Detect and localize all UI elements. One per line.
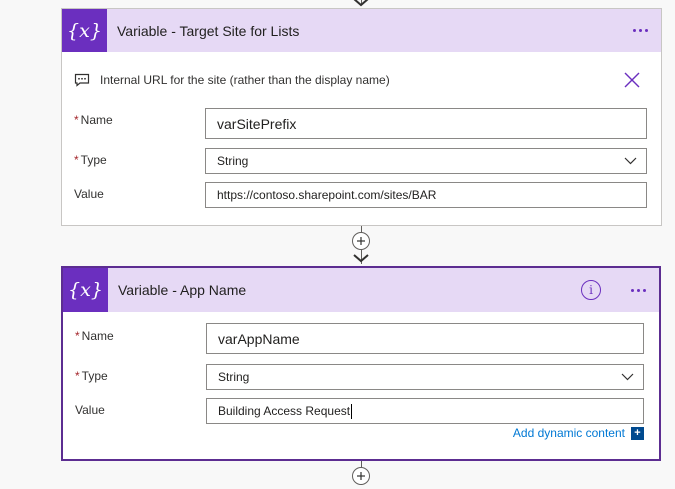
value-field[interactable]: https://contoso.sharepoint.com/sites/BAR [205,182,647,208]
add-dynamic-icon: + [631,426,644,440]
add-step-icon[interactable] [352,467,370,485]
flow-arrow-icon [353,254,369,263]
flow-arrow-icon [353,0,369,7]
comment-row: Internal URL for the site (rather than t… [74,69,649,91]
card-title: Variable - Target Site for Lists [117,22,300,39]
card-title: Variable - App Name [118,282,247,298]
chevron-down-icon [621,373,634,381]
value-field[interactable]: Building Access Request [206,398,644,424]
info-icon[interactable]: i [581,280,601,300]
comment-icon [74,73,90,87]
value-label: Value [75,403,105,417]
add-dynamic-content-link[interactable]: Add dynamic content + [513,426,644,440]
close-icon[interactable] [624,72,640,88]
type-select[interactable]: String [205,148,647,174]
more-icon[interactable] [631,268,646,312]
type-value: String [217,154,249,168]
variable-icon: {x} [63,268,108,312]
variable-icon: {x} [62,9,107,52]
type-value: String [218,370,250,384]
value-text: Building Access Request [218,404,351,418]
action-card-target-site[interactable]: {x} Variable - Target Site for Lists Int… [61,8,662,226]
more-icon[interactable] [633,9,648,52]
comment-text: Internal URL for the site (rather than t… [100,73,390,87]
type-select[interactable]: String [206,364,644,390]
add-step-icon[interactable] [352,232,370,250]
action-card-app-name[interactable]: {x} Variable - App Name i * Name varAppNa… [61,266,661,461]
name-label: * Name [74,113,113,127]
type-label: * Type [75,369,108,383]
card-header[interactable]: {x} Variable - App Name i [63,268,659,312]
chevron-down-icon [624,157,637,165]
name-label: * Name [75,329,114,343]
name-field[interactable]: varSitePrefix [205,108,647,139]
card-header[interactable]: {x} Variable - Target Site for Lists [62,9,661,52]
text-cursor [351,403,353,419]
type-label: * Type [74,153,107,167]
value-label: Value [74,187,104,201]
add-dynamic-label: Add dynamic content [512,426,625,440]
name-field[interactable]: varAppName [206,323,644,354]
